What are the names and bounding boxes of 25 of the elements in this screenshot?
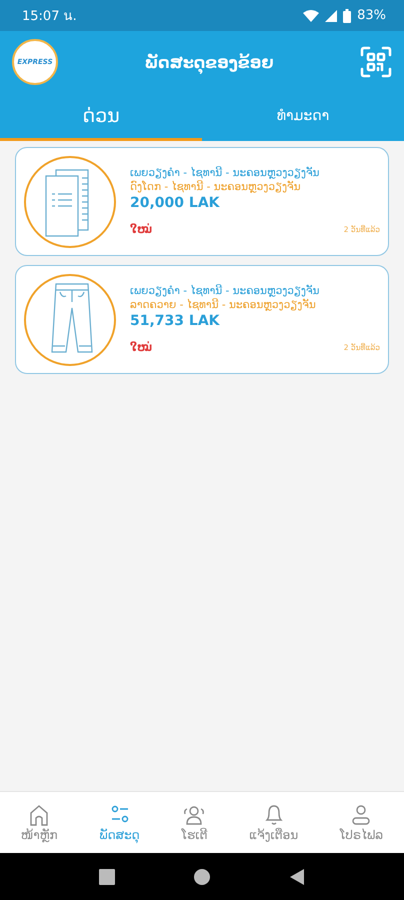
nav-item[interactable]: ໜ້າຫຼັກ xyxy=(20,803,58,842)
battery-percent: 83% xyxy=(357,8,386,23)
nav-item[interactable]: ໂຮເຕີ xyxy=(181,803,208,842)
screen-title: ພັດສະດຸຂອງຂ້ອຍ xyxy=(144,52,274,72)
price: 20,000 LAK xyxy=(130,195,221,211)
price: 51,733 LAK xyxy=(130,313,221,329)
status-label: ໃໝ່ xyxy=(130,341,152,354)
recents-icon[interactable] xyxy=(99,868,116,884)
tab[interactable]: ທຳມະດາ xyxy=(202,93,404,141)
nav-item[interactable]: ໂປຣໄຟລ xyxy=(340,803,384,842)
destination-route: ດົງໂດກ - ໄຊທານີ - ນະຄອນຫຼວງວຽງຈັນ xyxy=(130,181,302,193)
nav-item[interactable]: ແຈ້ງເຕືອນ xyxy=(249,803,298,842)
back-icon[interactable] xyxy=(288,868,305,884)
nav-item[interactable]: ພັດສະດຸ xyxy=(99,803,140,842)
wifi-icon xyxy=(303,10,320,22)
tab[interactable]: ດ່ວນ xyxy=(0,93,202,141)
battery-icon xyxy=(343,8,352,22)
origin-route: ເພຍວຽງຄຳ - ໄຊທານີ - ນະຄອນຫຼວງວຽງຈັນ xyxy=(130,285,320,297)
clock-time: 15:07 น. xyxy=(22,8,77,26)
signal-icon xyxy=(325,10,338,22)
origin-route: ເພຍວຽງຄຳ - ໄຊທານີ - ນະຄອນຫຼວງວຽງຈັນ xyxy=(130,167,320,179)
home-button-icon[interactable] xyxy=(194,868,210,884)
status-label: ໃໝ່ xyxy=(130,223,152,236)
qr-scan-icon[interactable] xyxy=(360,46,392,78)
destination-route: ລາດຄວາຍ - ໄຊທານີ - ນະຄອນຫຼວງວຽງຈັນ xyxy=(130,299,317,311)
